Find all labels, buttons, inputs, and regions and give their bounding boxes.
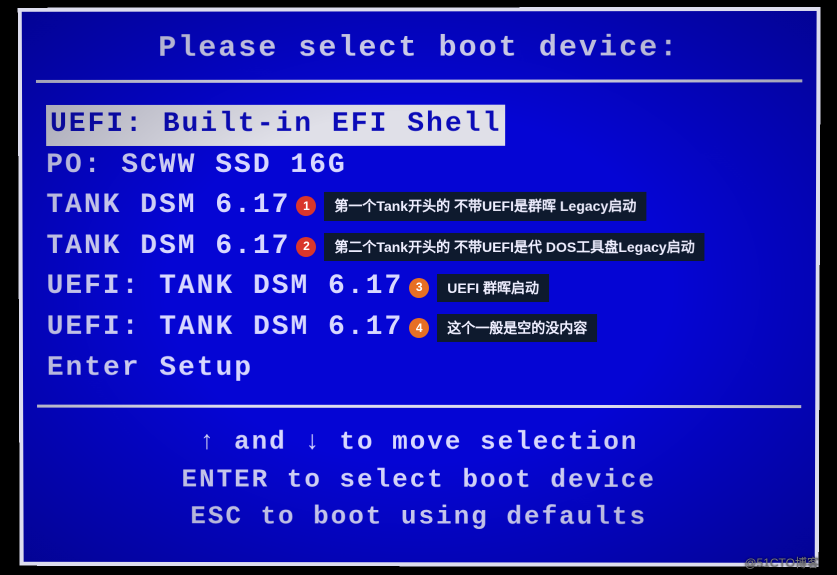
annotation-3: 3 UEFI 群晖启动: [409, 274, 549, 302]
annotation-4-text: 这个一般是空的没内容: [437, 314, 597, 342]
watermark: @51CTO博客: [744, 554, 819, 571]
menu-title: Please select boot device:: [22, 11, 817, 80]
instruction-enter: ENTER to select boot device: [23, 461, 815, 499]
annotation-4: 4 这个一般是空的没内容: [409, 314, 597, 342]
annotation-2-text: 第二个Tank开头的 不带UEFI是代 DOS工具盘Legacy启动: [324, 233, 704, 261]
arrow-down-icon: ↓: [304, 424, 322, 462]
boot-option-uefi-tank-1[interactable]: UEFI: TANK DSM 6.17 3 UEFI 群晖启动: [47, 267, 792, 308]
bios-boot-menu: Please select boot device: UEFI: Built-i…: [18, 7, 821, 567]
instructions: ↑ and ↓ to move selection ENTER to selec…: [23, 408, 815, 563]
boot-option-tank-1[interactable]: TANK DSM 6.17 1 第一个Tank开头的 不带UEFI是群晖 Leg…: [46, 186, 792, 227]
annotation-1: 1 第一个Tank开头的 不带UEFI是群晖 Legacy启动: [296, 192, 646, 220]
boot-option-uefi-shell[interactable]: UEFI: Built-in EFI Shell: [46, 104, 792, 145]
instruction-esc: ESC to boot using defaults: [23, 498, 815, 536]
arrow-up-icon: ↑: [199, 424, 217, 462]
boot-option-tank-2[interactable]: TANK DSM 6.17 2 第二个Tank开头的 不带UEFI是代 DOS工…: [46, 227, 791, 268]
boot-option-ssd[interactable]: PO: SCWW SSD 16G: [46, 145, 792, 186]
badge-3-icon: 3: [409, 278, 429, 298]
badge-2-icon: 2: [296, 237, 316, 257]
badge-4-icon: 4: [409, 318, 429, 338]
instruction-arrows: ↑ and ↓ to move selection: [23, 423, 815, 461]
boot-option-uefi-tank-2[interactable]: UEFI: TANK DSM 6.17 4 这个一般是空的没内容: [47, 308, 792, 349]
annotation-1-text: 第一个Tank开头的 不带UEFI是群晖 Legacy启动: [324, 192, 646, 220]
boot-option-enter-setup[interactable]: Enter Setup: [47, 348, 792, 389]
annotation-2: 2 第二个Tank开头的 不带UEFI是代 DOS工具盘Legacy启动: [296, 233, 704, 261]
badge-1-icon: 1: [296, 196, 316, 216]
annotation-3-text: UEFI 群晖启动: [437, 274, 549, 302]
boot-device-list: UEFI: Built-in EFI Shell PO: SCWW SSD 16…: [22, 82, 816, 405]
